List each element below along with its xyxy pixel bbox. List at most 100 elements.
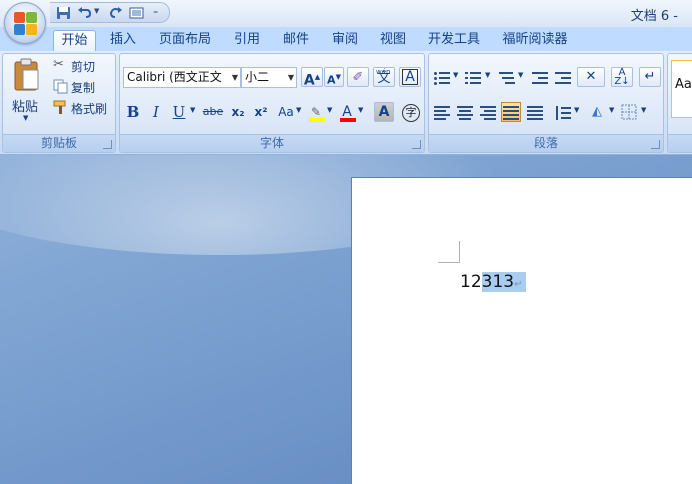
sort-button[interactable]: A Z↓ [611,67,633,87]
line-spacing-button[interactable] [553,102,573,122]
office-logo-icon [14,12,38,36]
paint-bucket-icon: ◭ [592,104,602,119]
ribbon-tabs: 开始 插入 页面布局 引用 邮件 审阅 视图 开发工具 福昕阅读器 [0,27,692,51]
cut-button[interactable]: ✂ 剪切 [51,57,113,75]
eraser-icon: ✐ [352,70,364,85]
copy-button[interactable]: 复制 [51,78,113,96]
office-button[interactable] [4,2,46,44]
enclose-chars-button[interactable]: 字 [400,102,422,122]
strikethrough-button[interactable]: abe [200,102,226,122]
tab-view[interactable]: 视图 [372,30,414,51]
format-painter-button[interactable]: 格式刷 [51,99,115,117]
show-marks-button[interactable]: ↵ [639,67,661,87]
tab-references[interactable]: 引用 [226,30,268,51]
superscript-button[interactable]: x² [251,102,271,122]
char-border-button[interactable]: A [399,67,421,87]
sort-icon: A Z↓ [614,67,630,87]
tab-foxit-reader[interactable]: 福昕阅读器 [494,30,576,51]
quick-access-toolbar: ▼ ₌ [50,2,170,23]
tab-review[interactable]: 审阅 [324,30,366,51]
highlight-button[interactable]: ✎ [306,102,326,122]
borders-dropdown-icon[interactable]: ▼ [641,106,646,114]
change-case-dropdown-icon[interactable]: ▼ [296,106,301,114]
tab-developer[interactable]: 开发工具 [421,30,487,51]
subscript-button[interactable]: x₂ [228,102,248,122]
paste-dropdown-icon: ▼ [23,114,29,122]
increase-indent-button[interactable] [553,67,573,87]
highlighter-icon: ✎ [310,105,322,119]
font-name-dropdown-icon[interactable]: ▼ [232,68,238,87]
paste-button[interactable]: 粘贴 ▼ [7,56,47,126]
style-preview-normal[interactable]: Aa [671,60,692,118]
paragraph-launcher-icon[interactable] [651,140,660,149]
window-title: 文档 6 - [630,9,678,24]
watermark: S 搜狗指南 zhinan.sogou.com [516,395,686,455]
bullets-button[interactable] [432,67,452,87]
align-center-button[interactable] [455,102,475,122]
font-group: Calibri (西文正文 ▼ 小二 ▼ A▲ A▼ ✐ wén 文 A B I… [119,53,425,153]
distributed-button[interactable] [525,102,545,122]
align-right-button[interactable] [478,102,498,122]
numbering-dropdown-icon[interactable]: ▼ [485,71,490,79]
tab-mailings[interactable]: 邮件 [275,30,317,51]
paragraph-group: ▼ ▼ ▼ ✕ A Z↓ ↵ ▼ ◭ ▼ ▼ 段落 [428,53,664,153]
font-color-button[interactable]: A [337,102,357,122]
shrink-font-button[interactable]: A▼ [324,67,344,87]
clipboard-launcher-icon[interactable] [103,140,112,149]
underline-button[interactable]: U [169,102,189,122]
decrease-indent-button[interactable] [530,67,550,87]
borders-button[interactable] [619,102,639,122]
italic-button[interactable]: I [146,102,166,122]
chinese-layout-button[interactable]: ✕ [577,67,605,87]
undo-dropdown-icon[interactable]: ▼ [94,7,99,15]
numbering-button[interactable] [463,67,483,87]
title-bar: ▼ ₌ 文档 6 - [0,0,692,27]
paste-icon [14,58,39,91]
clipboard-group: 粘贴 ▼ ✂ 剪切 复制 格式刷 剪贴板 [2,53,116,153]
pilcrow-icon: ↵ [644,69,656,84]
font-size-combo[interactable]: 小二 ▼ [241,67,297,88]
line-spacing-dropdown-icon[interactable]: ▼ [574,106,579,114]
font-size-dropdown-icon[interactable]: ▼ [288,68,294,87]
shading-button[interactable]: ◭ [587,102,607,122]
char-shading-button[interactable]: A [374,102,394,122]
format-painter-icon [53,100,66,114]
bullets-dropdown-icon[interactable]: ▼ [453,71,458,79]
font-color-swatch [340,118,356,122]
redo-icon[interactable] [108,6,123,20]
tab-page-layout[interactable]: 页面布局 [152,30,218,51]
align-left-button[interactable] [432,102,452,122]
multilevel-dropdown-icon[interactable]: ▼ [518,71,523,79]
undo-icon[interactable] [77,6,92,20]
scissors-icon: ✂ [53,57,64,72]
font-group-label: 字体 [120,134,424,152]
margin-corner-mark [438,241,460,263]
sogou-logo-icon: S [516,397,550,431]
copy-icon [53,79,68,94]
shading-dropdown-icon[interactable]: ▼ [609,106,614,114]
font-launcher-icon[interactable] [412,140,421,149]
highlight-dropdown-icon[interactable]: ▼ [327,106,332,114]
customize-qat-icon[interactable]: ₌ [153,6,158,17]
borders-icon [621,104,637,120]
justify-button[interactable] [501,102,521,122]
clipboard-group-label: 剪贴板 [3,134,115,152]
tab-home[interactable]: 开始 [53,30,96,51]
highlight-color-swatch [309,118,325,122]
document-text[interactable]: 12313↵ [460,267,527,297]
selected-text[interactable]: 313↵ [481,272,527,292]
styles-group: Aa [667,53,692,153]
tab-insert[interactable]: 插入 [102,30,144,51]
clear-format-button[interactable]: ✐ [347,67,369,87]
print-preview-icon[interactable] [129,6,144,20]
phonetic-guide-button[interactable]: wén 文 [373,67,395,87]
bold-button[interactable]: B [123,102,143,122]
underline-dropdown-icon[interactable]: ▼ [190,106,195,114]
font-name-combo[interactable]: Calibri (西文正文 ▼ [123,67,241,88]
save-icon[interactable] [56,6,71,20]
change-case-button[interactable]: Aa [274,102,298,122]
multilevel-list-button[interactable] [497,67,517,87]
font-color-dropdown-icon[interactable]: ▼ [358,106,363,114]
grow-font-button[interactable]: A▲ [301,67,323,89]
chinese-layout-icon: ✕ [585,69,597,84]
